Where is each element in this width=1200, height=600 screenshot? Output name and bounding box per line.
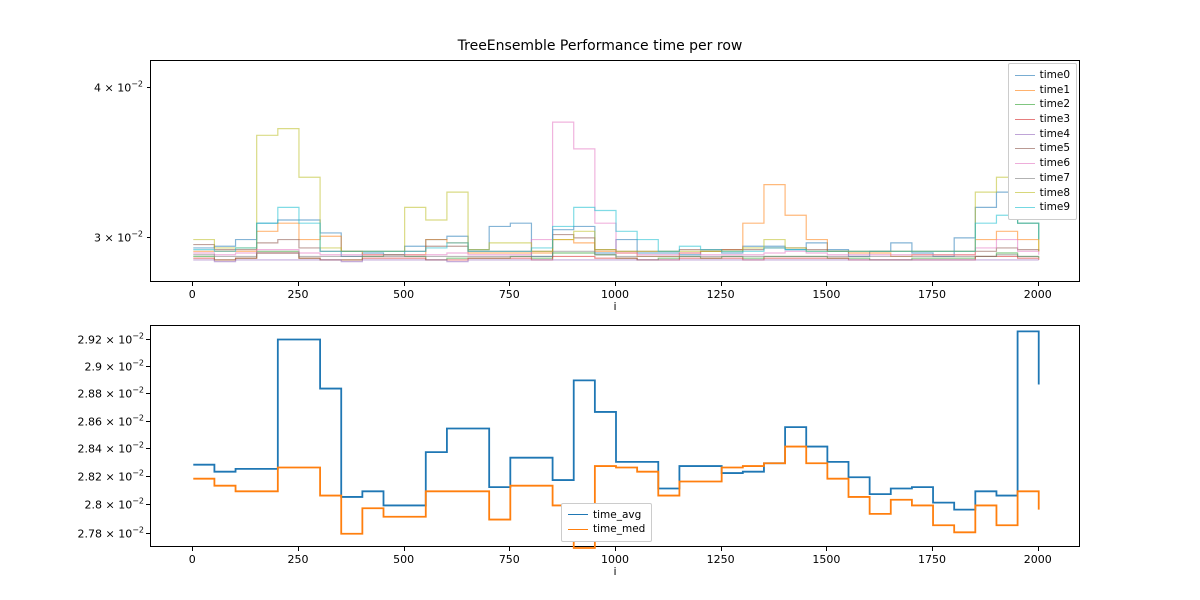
legend-item: time_avg: [568, 508, 645, 523]
figure: TreeEnsemble Performance time per row 3 …: [0, 0, 1200, 600]
legend-swatch: [1015, 163, 1035, 164]
legend-item: time1: [1015, 83, 1070, 98]
legend-item: time3: [1015, 112, 1070, 127]
legend-swatch: [1015, 192, 1035, 193]
legend-swatch: [568, 529, 588, 530]
legend-item: time2: [1015, 97, 1070, 112]
ytick: 2.9 × 10−2: [85, 358, 145, 373]
legend-swatch: [568, 514, 588, 515]
chart-title: TreeEnsemble Performance time per row: [0, 38, 1200, 54]
legend-item: time9: [1015, 200, 1070, 215]
legend-bottom: time_avgtime_med: [561, 503, 652, 542]
legend-swatch: [1015, 207, 1035, 208]
legend-label: time4: [1040, 127, 1070, 142]
legend-swatch: [1015, 104, 1035, 105]
legend-swatch: [1015, 75, 1035, 76]
legend-top: time0time1time2time3time4time5time6time7…: [1008, 63, 1077, 220]
legend-label: time6: [1040, 156, 1070, 171]
xlabel-top: i: [150, 300, 1080, 313]
legend-item: time4: [1015, 127, 1070, 142]
legend-item: time5: [1015, 141, 1070, 156]
legend-item: time0: [1015, 68, 1070, 83]
legend-item: time6: [1015, 156, 1070, 171]
ytick: 2.8 × 10−2: [85, 497, 145, 512]
legend-label: time0: [1040, 68, 1070, 83]
ytick: 4 × 10−2: [94, 80, 143, 95]
legend-label: time9: [1040, 200, 1070, 215]
series-line: [193, 260, 1038, 262]
legend-label: time3: [1040, 112, 1070, 127]
ytick: 2.84 × 10−2: [78, 441, 145, 456]
legend-label: time5: [1040, 141, 1070, 156]
legend-label: time7: [1040, 171, 1070, 186]
legend-swatch: [1015, 90, 1035, 91]
ytick: 3 × 10−2: [94, 230, 143, 245]
ytick: 2.82 × 10−2: [78, 469, 145, 484]
ytick: 2.78 × 10−2: [78, 525, 145, 540]
legend-label: time2: [1040, 97, 1070, 112]
xlabel-bottom: i: [150, 565, 1080, 578]
legend-swatch: [1015, 148, 1035, 149]
legend-swatch: [1015, 134, 1035, 135]
ytick: 2.92 × 10−2: [78, 331, 145, 346]
legend-swatch: [1015, 119, 1035, 120]
legend-label: time_avg: [593, 508, 641, 523]
bottom-axes: time_avgtime_med: [150, 325, 1080, 547]
legend-item: time7: [1015, 171, 1070, 186]
legend-item: time8: [1015, 186, 1070, 201]
legend-label: time8: [1040, 186, 1070, 201]
ytick: 2.86 × 10−2: [78, 413, 145, 428]
legend-label: time_med: [593, 522, 645, 537]
legend-swatch: [1015, 178, 1035, 179]
legend-label: time1: [1040, 83, 1070, 98]
top-axes: 3 × 10−2 4 × 10−2 time0time1time2time3ti…: [150, 60, 1080, 282]
ytick: 2.88 × 10−2: [78, 386, 145, 401]
legend-item: time_med: [568, 522, 645, 537]
